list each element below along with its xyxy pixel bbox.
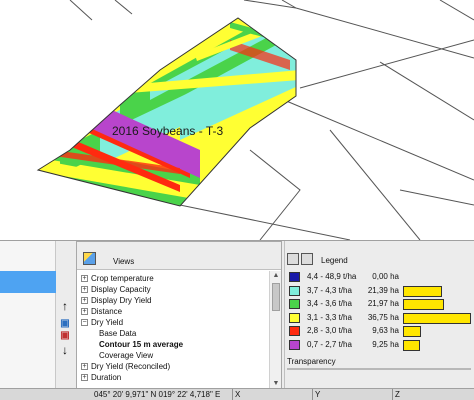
views-panel: Views + Crop temperature + Display Capacity… <box>76 241 282 389</box>
legend-area-bar <box>403 299 444 310</box>
legend-panel: Legend 4,4 - 48,9 t/ha 0,00 ha 3,7 - 4,3 t… <box>284 241 474 389</box>
field-label: 2016 Soybeans - T-3 <box>112 124 224 138</box>
legend-title: Legend <box>321 256 348 265</box>
views-scrollbar[interactable]: ▲ ▼ <box>269 271 281 389</box>
legend-row: 3,4 - 3,6 t/ha 21,97 ha <box>287 298 473 310</box>
legend-row: 4,4 - 48,9 t/ha 0,00 ha <box>287 271 473 283</box>
expander-icon[interactable]: + <box>81 374 88 382</box>
legend-area: 36,75 ha <box>367 312 399 322</box>
tree-item[interactable]: + Crop temperature <box>81 273 154 284</box>
z-field: Z <box>392 389 474 400</box>
tree-item[interactable]: − Dry Yield <box>81 317 123 328</box>
coordinates-readout: 045° 20' 9,971" N 019° 22' 4,718" E <box>94 390 221 399</box>
map-view[interactable]: 2016 Soybeans - T-3 <box>0 0 474 240</box>
legend-area-bar <box>403 285 442 297</box>
legend-area-bar <box>403 326 421 337</box>
tree-item-label: Dry Yield <box>91 318 124 327</box>
legend-area: 21,39 ha <box>367 285 399 295</box>
transparency-label: Transparency <box>287 357 336 366</box>
tree-item[interactable]: Contour 15 m average <box>99 339 183 350</box>
tree-item-label: Display Capacity <box>91 285 151 294</box>
legend-swatch[interactable] <box>289 326 300 336</box>
tree-item-label: Display Dry Yield <box>91 296 152 305</box>
selected-item-highlight[interactable] <box>0 271 56 293</box>
field-map-canvas[interactable] <box>0 0 474 240</box>
move-down-icon[interactable]: ↓ <box>58 343 72 357</box>
tree-item[interactable]: + Display Dry Yield <box>81 295 151 306</box>
tree-item[interactable]: + Distance <box>81 306 122 317</box>
x-field: X <box>232 389 312 400</box>
legend-range: 3,7 - 4,3 t/ha <box>307 285 352 295</box>
views-tree: + Crop temperature + Display Capacity + Displ… <box>77 271 267 389</box>
z-label: Z <box>395 390 400 399</box>
legend-range: 3,1 - 3,3 t/ha <box>307 312 352 322</box>
tree-item-label: Base Data <box>99 329 137 338</box>
tool-column: ↑ ▣ ▣ ↓ <box>56 241 74 389</box>
tree-item-label: Distance <box>91 307 123 316</box>
legend-swatch[interactable] <box>289 299 300 309</box>
legend-edit-icon[interactable] <box>287 253 299 265</box>
tree-item[interactable]: Coverage View <box>99 350 153 361</box>
legend-row: 0,7 - 2,7 t/ha 9,25 ha <box>287 339 473 351</box>
views-header: Views <box>77 242 281 270</box>
scroll-up-icon[interactable]: ▲ <box>271 271 281 281</box>
legend-range: 3,4 - 3,6 t/ha <box>307 299 352 308</box>
legend-row: 3,7 - 4,3 t/ha 21,39 ha <box>287 285 473 297</box>
tree-item[interactable]: Base Data <box>99 328 136 339</box>
expander-icon[interactable]: + <box>81 275 88 283</box>
tree-item[interactable]: + Duration <box>81 372 121 383</box>
y-field: Y <box>312 389 392 400</box>
transparency-slider[interactable] <box>287 368 471 370</box>
legend-swatch[interactable] <box>289 272 300 282</box>
legend-swatch[interactable] <box>289 312 300 323</box>
legend-settings-icon[interactable] <box>301 253 313 265</box>
legend-row: 3,1 - 3,3 t/ha 36,75 ha <box>287 312 473 324</box>
tree-item[interactable]: + Display Capacity <box>81 284 151 295</box>
legend-row: 2,8 - 3,0 t/ha 9,63 ha <box>287 325 473 337</box>
layer-remove-icon[interactable]: ▣ <box>58 329 72 343</box>
legend-area: 0,00 ha <box>372 272 399 281</box>
bottom-panel: ↑ ▣ ▣ ↓ Views + Crop temperature + Display … <box>0 240 474 389</box>
expander-icon[interactable]: + <box>81 308 88 316</box>
views-icon[interactable] <box>83 252 96 265</box>
legend-range: 4,4 - 48,9 t/ha <box>307 272 357 281</box>
status-bar: 045° 20' 9,971" N 019° 22' 4,718" E X Y … <box>0 388 474 400</box>
x-label: X <box>235 390 241 399</box>
legend-range: 2,8 - 3,0 t/ha <box>307 326 352 335</box>
legend-swatch[interactable] <box>289 285 300 296</box>
legend-area-bar <box>403 339 420 351</box>
legend-area: 9,63 ha <box>372 326 399 335</box>
expander-icon[interactable]: + <box>81 297 88 305</box>
views-title: Views <box>113 257 135 266</box>
legend-toolbar <box>287 253 317 265</box>
left-strip <box>0 241 56 389</box>
expander-icon[interactable]: + <box>81 286 88 294</box>
tree-item-label: Dry Yield (Reconciled) <box>91 362 171 371</box>
tree-item-label: Duration <box>91 373 122 382</box>
legend-area: 21,97 ha <box>367 299 399 308</box>
expander-icon[interactable]: − <box>81 319 88 327</box>
y-label: Y <box>315 390 321 399</box>
legend-range: 0,7 - 2,7 t/ha <box>307 339 352 349</box>
move-up-icon[interactable]: ↑ <box>58 299 72 313</box>
tree-item-label: Crop temperature <box>91 274 154 283</box>
legend-area-bar <box>403 312 471 324</box>
tree-item-label: Contour 15 m average <box>99 340 184 349</box>
tree-item[interactable]: + Dry Yield (Reconciled) <box>81 361 170 372</box>
scroll-thumb[interactable] <box>272 283 280 311</box>
legend-area: 9,25 ha <box>372 339 399 349</box>
legend-swatch[interactable] <box>289 339 300 350</box>
yield-map-field <box>38 18 296 206</box>
tree-item-label: Coverage View <box>99 351 154 360</box>
expander-icon[interactable]: + <box>81 363 88 371</box>
